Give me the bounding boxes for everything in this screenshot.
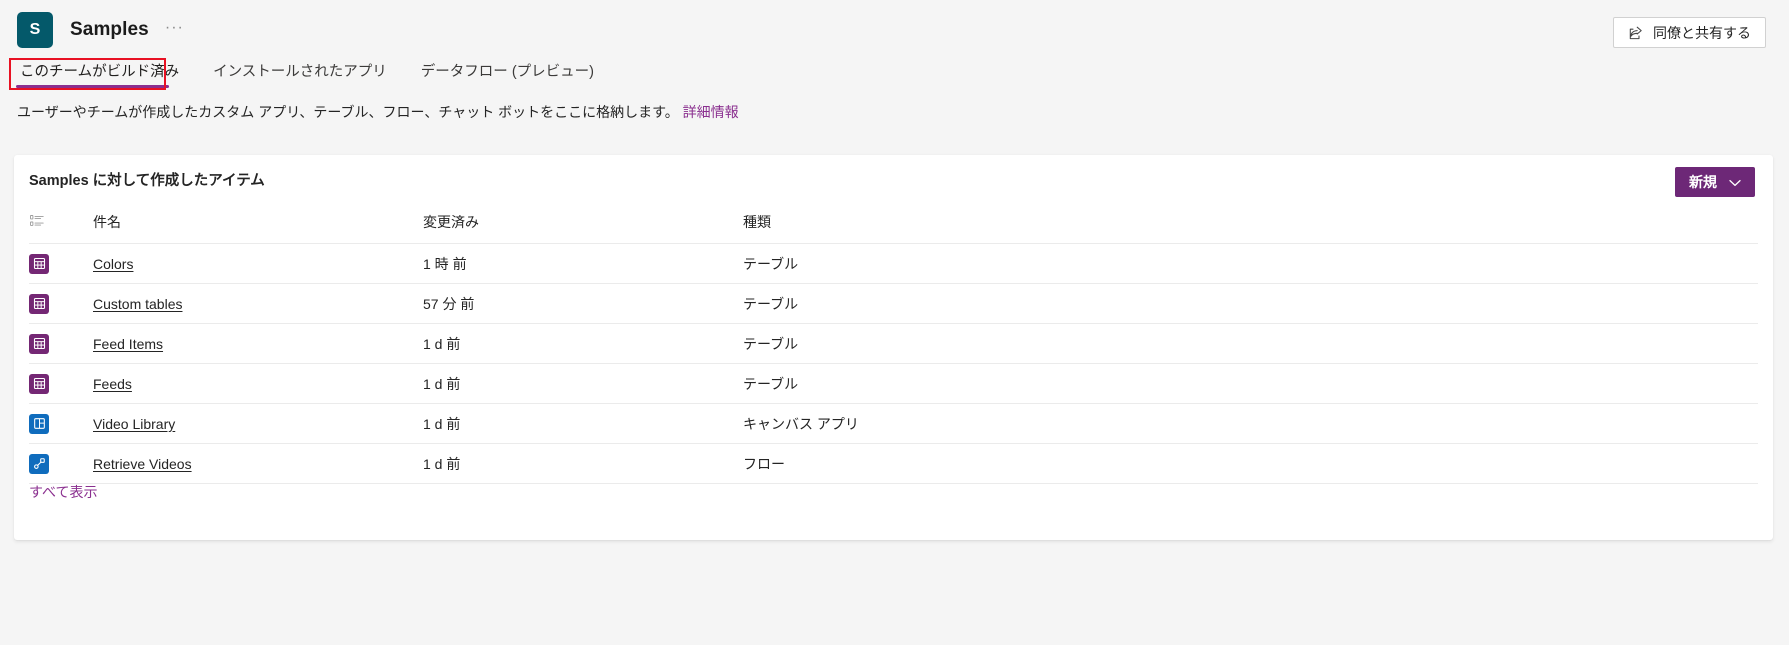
row-type-cell: テーブル: [743, 283, 1758, 324]
top-bar: S Samples ··· 同僚と共有する: [0, 0, 1789, 60]
column-header-modified[interactable]: 変更済み: [423, 212, 743, 244]
table-icon: [29, 253, 49, 274]
row-modified-cell: 1 d 前: [423, 403, 743, 444]
flow-icon: [29, 453, 49, 474]
table-row[interactable]: Colors 1 時 前テーブル: [29, 243, 1758, 284]
item-link[interactable]: Colors: [93, 256, 133, 272]
items-table-head: 件名 変更済み 種類: [29, 212, 1758, 244]
row-name-cell: Custom tables: [93, 283, 423, 324]
item-link[interactable]: Retrieve Videos: [93, 456, 192, 472]
canvas-app-icon: [29, 413, 49, 434]
column-header-icon: [29, 212, 93, 244]
row-icon-cell: [29, 403, 93, 444]
row-name-cell: Video Library: [93, 403, 423, 444]
sort-list-icon[interactable]: [29, 213, 93, 232]
row-name-cell: Feed Items: [93, 323, 423, 364]
app-root: S Samples ··· 同僚と共有する このチームがビルド済み インストール…: [0, 0, 1789, 645]
row-name-cell: Feeds: [93, 363, 423, 404]
column-header-type[interactable]: 種類: [743, 212, 1758, 244]
row-type-cell: フロー: [743, 443, 1758, 484]
tab-label: インストールされたアプリ: [213, 64, 387, 80]
share-button-label: 同僚と共有する: [1653, 24, 1751, 41]
row-modified-cell: 1 d 前: [423, 363, 743, 404]
row-icon-cell: [29, 363, 93, 404]
row-type-cell: テーブル: [743, 243, 1758, 284]
row-type-cell: キャンバス アプリ: [743, 403, 1758, 444]
row-name-cell: Colors: [93, 243, 423, 284]
tab-label: このチームがビルド済み: [20, 64, 180, 80]
table-icon: [29, 293, 49, 314]
tab-bar: このチームがビルド済み インストールされたアプリ データフロー (プレビュー): [0, 58, 1789, 90]
more-options-button[interactable]: ···: [162, 19, 187, 42]
row-modified-cell: 57 分 前: [423, 283, 743, 324]
item-link[interactable]: Custom tables: [93, 296, 182, 312]
column-header-name[interactable]: 件名: [93, 212, 423, 244]
row-modified-cell: 1 d 前: [423, 323, 743, 364]
new-button[interactable]: 新規: [1675, 167, 1755, 197]
items-card: Samples に対して作成したアイテム 新規 件名 変更済み 種類 Color…: [14, 155, 1773, 540]
table-row[interactable]: Feed Items 1 d 前テーブル: [29, 323, 1758, 364]
table-row[interactable]: Retrieve Videos 1 d 前フロー: [29, 443, 1758, 484]
tab-label: データフロー (プレビュー): [420, 64, 594, 80]
item-link[interactable]: Feeds: [93, 376, 132, 392]
table-icon: [29, 373, 49, 394]
row-modified-cell: 1 d 前: [423, 443, 743, 484]
row-type-cell: テーブル: [743, 323, 1758, 364]
row-name-cell: Retrieve Videos: [93, 443, 423, 484]
card-title: Samples に対して作成したアイテム: [29, 173, 265, 189]
row-icon-cell: [29, 443, 93, 484]
share-icon: [1628, 25, 1644, 41]
table-row[interactable]: Video Library 1 d 前キャンバス アプリ: [29, 403, 1758, 444]
show-all-link[interactable]: すべて表示: [29, 482, 97, 502]
item-link[interactable]: Video Library: [93, 416, 175, 432]
description-text: ユーザーやチームが作成したカスタム アプリ、テーブル、フロー、チャット ボットを…: [17, 104, 683, 120]
card-header: Samples に対して作成したアイテム 新規: [14, 155, 1773, 212]
section-description: ユーザーやチームが作成したカスタム アプリ、テーブル、フロー、チャット ボットを…: [17, 101, 1117, 123]
share-with-colleagues-button[interactable]: 同僚と共有する: [1613, 17, 1766, 48]
new-button-label: 新規: [1689, 174, 1717, 190]
table-header-row: 件名 変更済み 種類: [29, 212, 1758, 244]
item-link[interactable]: Feed Items: [93, 336, 163, 352]
learn-more-link[interactable]: 詳細情報: [683, 104, 739, 120]
table-icon: [29, 333, 49, 354]
table-row[interactable]: Custom tables 57 分 前テーブル: [29, 283, 1758, 324]
avatar: S: [17, 12, 53, 48]
row-icon-cell: [29, 243, 93, 284]
row-modified-cell: 1 時 前: [423, 243, 743, 284]
table-row[interactable]: Feeds 1 d 前テーブル: [29, 363, 1758, 404]
page-title: Samples: [70, 19, 149, 40]
items-table: 件名 変更済み 種類 Colors 1 時 前テーブル Custom tables 5…: [29, 212, 1758, 484]
items-table-body: Colors 1 時 前テーブル Custom tables 57 分 前テーブル Fe…: [29, 243, 1758, 484]
chevron-down-icon: [1729, 174, 1741, 190]
tab-built-by-this-team[interactable]: このチームがビルド済み: [16, 58, 183, 89]
row-icon-cell: [29, 283, 93, 324]
row-type-cell: テーブル: [743, 363, 1758, 404]
tab-dataflows-preview[interactable]: データフロー (プレビュー): [417, 58, 598, 89]
tab-installed-apps[interactable]: インストールされたアプリ: [209, 58, 391, 89]
row-icon-cell: [29, 323, 93, 364]
